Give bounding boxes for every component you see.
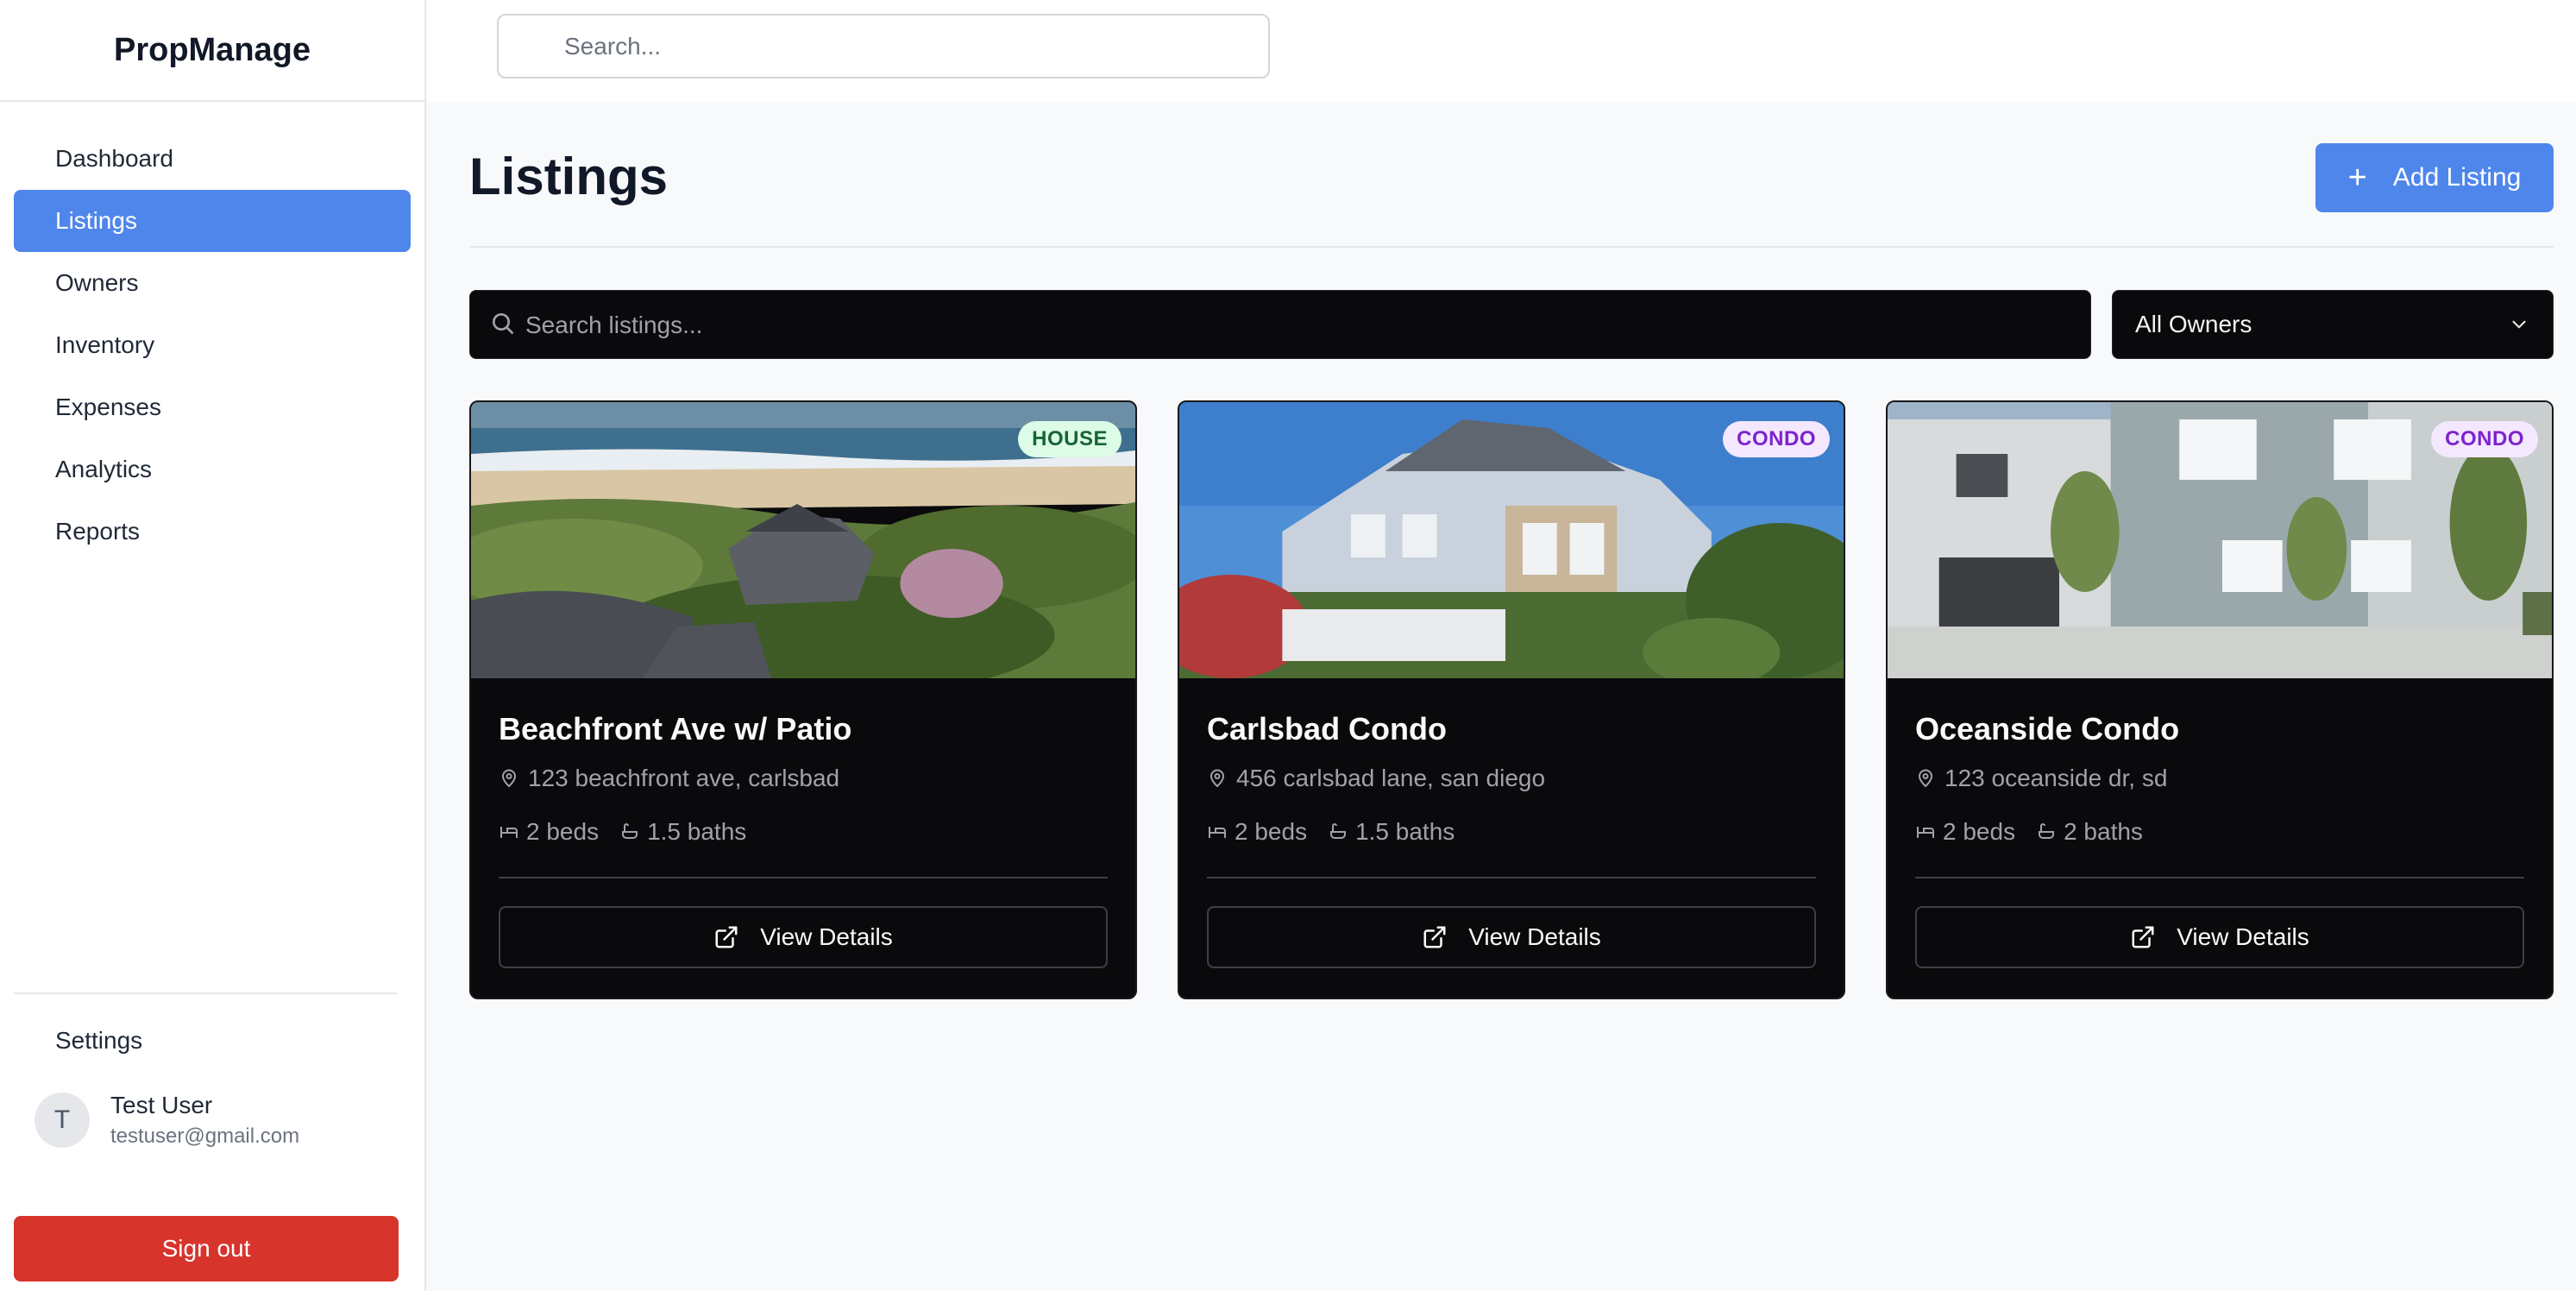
beds-count: 2 beds xyxy=(1235,818,1308,845)
view-details-button[interactable]: View Details xyxy=(499,906,1108,968)
sign-out-button[interactable]: Sign out xyxy=(14,1216,399,1282)
map-pin-icon xyxy=(1209,769,1225,788)
beds-count: 2 beds xyxy=(526,818,600,845)
sidebar-footer: Settings T Test User testuser@gmail.com xyxy=(14,992,397,1155)
view-details-label: View Details xyxy=(760,923,893,950)
listing-specs: 2 beds 2 baths xyxy=(1915,818,2524,846)
top-bar xyxy=(426,0,2576,102)
bath-icon xyxy=(622,823,638,839)
avatar: T xyxy=(35,1093,90,1148)
listing-address: 456 carlsbad lane, san diego xyxy=(1207,765,1816,792)
listing-title: Oceanside Condo xyxy=(1915,711,2180,746)
chevron-down-icon xyxy=(2512,320,2526,329)
sidebar-item-inventory[interactable]: Inventory xyxy=(14,314,411,376)
main-content: Listings + Add Listing Search listings..… xyxy=(426,102,2576,1291)
listing-title: Carlsbad Condo xyxy=(1207,711,1448,746)
view-details-button[interactable]: View Details xyxy=(1207,906,1816,968)
listing-specs: 2 beds 1.5 baths xyxy=(499,818,1108,846)
listings-search-placeholder: Search listings... xyxy=(525,312,703,338)
external-link-icon xyxy=(715,926,738,948)
baths-count: 1.5 baths xyxy=(647,818,747,845)
bath-icon xyxy=(1330,823,1347,839)
listing-address: 123 oceanside dr, sd xyxy=(1915,765,2524,792)
search-icon xyxy=(493,313,513,334)
listing-card: HOUSE Beachfront Ave w/ Patio 123 beachf… xyxy=(469,400,1137,999)
owner-filter-select[interactable]: All Owners xyxy=(2112,290,2554,359)
baths-count: 1.5 baths xyxy=(1355,818,1455,845)
sidebar-item-expenses[interactable]: Expenses xyxy=(14,376,411,438)
bed-icon xyxy=(500,827,518,838)
property-type-badge: CONDO xyxy=(2431,421,2538,457)
view-details-label: View Details xyxy=(2177,923,2309,950)
user-name: Test User xyxy=(110,1092,213,1118)
card-divider xyxy=(499,877,1108,879)
plus-icon: + xyxy=(2347,160,2367,196)
sidebar-item-reports[interactable]: Reports xyxy=(14,501,411,563)
view-details-label: View Details xyxy=(1468,923,1601,950)
view-details-button[interactable]: View Details xyxy=(1915,906,2524,968)
listing-photo: HOUSE xyxy=(471,402,1135,678)
sidebar-item-analytics[interactable]: Analytics xyxy=(14,438,411,501)
bath-icon xyxy=(2039,823,2055,839)
sidebar: PropManage Dashboard Listings Owners Inv… xyxy=(0,0,426,1291)
listings-grid: HOUSE Beachfront Ave w/ Patio 123 beachf… xyxy=(469,400,2554,999)
property-type-badge: HOUSE xyxy=(1018,421,1122,457)
sidebar-nav: Dashboard Listings Owners Inventory Expe… xyxy=(0,102,424,563)
map-pin-icon xyxy=(1918,769,1933,788)
map-pin-icon xyxy=(501,769,517,788)
card-divider xyxy=(1207,877,1816,879)
listing-specs: 2 beds 1.5 baths xyxy=(1207,818,1816,846)
page-title: Listings xyxy=(469,148,669,205)
owner-filter-value: All Owners xyxy=(2135,311,2252,337)
bed-icon xyxy=(1209,827,1226,838)
add-listing-label: Add Listing xyxy=(2392,163,2522,192)
user-profile[interactable]: T Test User testuser@gmail.com xyxy=(14,1086,397,1155)
listing-card: CONDO Oceanside Condo 123 oceanside dr, … xyxy=(1886,400,2554,999)
sidebar-item-dashboard[interactable]: Dashboard xyxy=(14,128,411,190)
sidebar-item-listings[interactable]: Listings xyxy=(14,190,411,252)
header-divider xyxy=(469,246,2554,248)
listings-search-input[interactable]: Search listings... xyxy=(469,290,2091,359)
external-link-icon xyxy=(1423,926,1446,948)
external-link-icon xyxy=(2132,926,2154,948)
sidebar-item-owners[interactable]: Owners xyxy=(14,252,411,314)
add-listing-button[interactable]: + Add Listing xyxy=(2315,143,2554,212)
global-search-input[interactable] xyxy=(497,14,1270,79)
listing-card: CONDO Carlsbad Condo 456 carlsbad lane, … xyxy=(1178,400,1845,999)
brand-logo: PropManage xyxy=(0,0,424,102)
listing-address-text: 123 oceanside dr, sd xyxy=(1945,765,2168,791)
user-info: Test User testuser@gmail.com xyxy=(110,1092,299,1149)
property-type-badge: CONDO xyxy=(1723,421,1830,457)
listing-photo: CONDO xyxy=(1179,402,1844,678)
beds-count: 2 beds xyxy=(1943,818,2016,845)
sidebar-item-settings[interactable]: Settings xyxy=(14,1010,397,1072)
user-email: testuser@gmail.com xyxy=(110,1124,300,1148)
listing-title: Beachfront Ave w/ Patio xyxy=(499,711,852,746)
bed-icon xyxy=(1917,827,1934,838)
listing-photo: CONDO xyxy=(1888,402,2552,678)
listing-address-text: 456 carlsbad lane, san diego xyxy=(1236,765,1546,791)
listing-address: 123 beachfront ave, carlsbad xyxy=(499,765,1108,792)
baths-count: 2 baths xyxy=(2064,818,2143,845)
listing-address-text: 123 beachfront ave, carlsbad xyxy=(528,765,840,791)
card-divider xyxy=(1915,877,2524,879)
